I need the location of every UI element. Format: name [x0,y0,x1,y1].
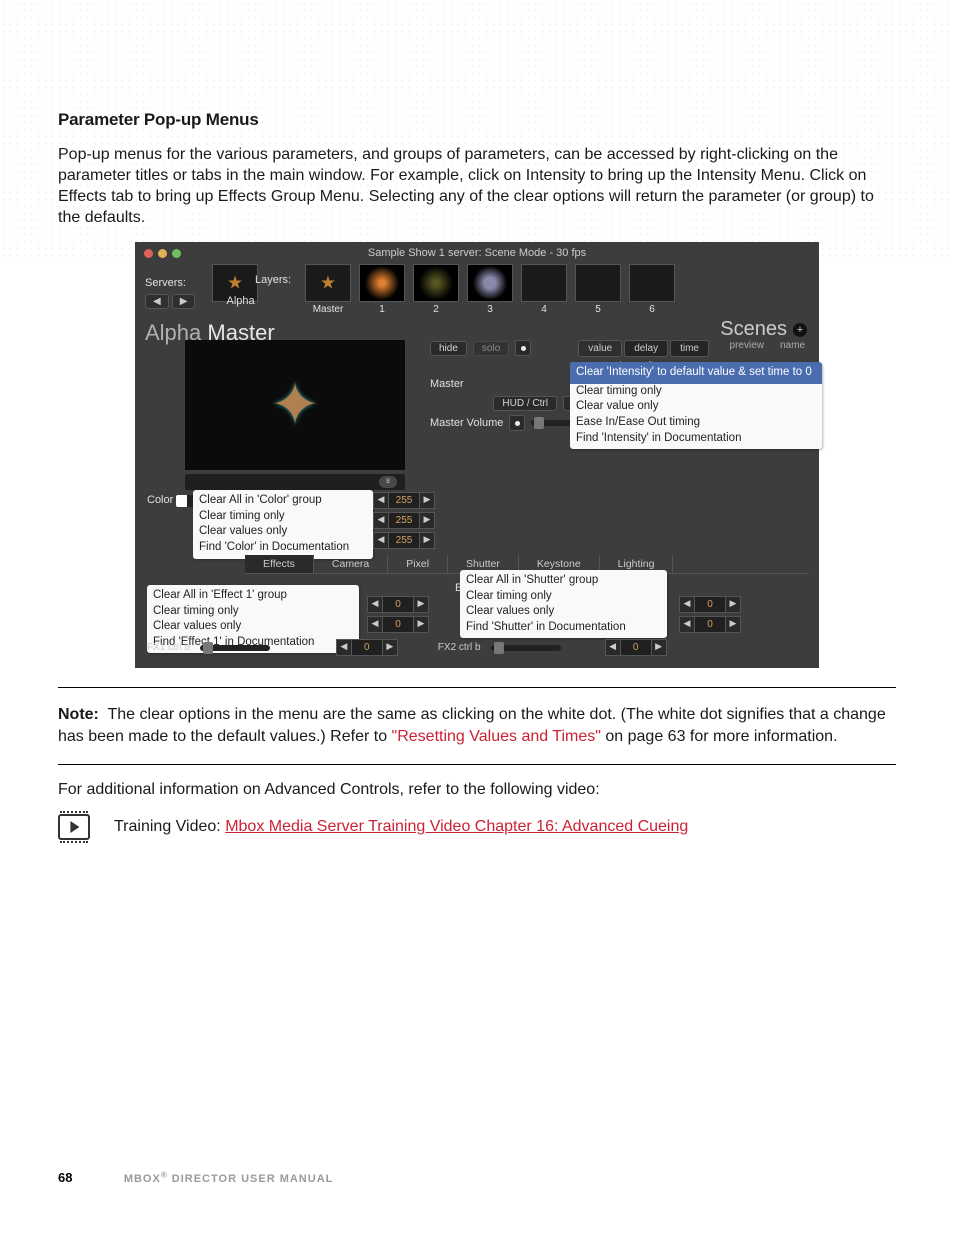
hud-button[interactable]: HUD / Ctrl [493,396,557,411]
layer-6-label[interactable]: 6 [629,304,675,315]
menu-item[interactable]: Clear timing only [199,509,367,525]
fx-spin[interactable]: ◀0▶ [336,639,398,656]
color-spin-1[interactable]: ◀255▶ [373,492,435,509]
tab-effects[interactable]: Effects [245,555,314,573]
menu-item[interactable]: Clear All in 'Shutter' group [466,573,661,589]
layer-4-label[interactable]: 4 [521,304,567,315]
reset-dot[interactable] [509,415,525,431]
layers-label: Layers: [255,274,291,286]
fx2-slider[interactable] [491,645,561,651]
layer-3-label[interactable]: 3 [467,304,513,315]
layer-4-thumb[interactable] [521,264,567,302]
manual-title: MBOX® DIRECTOR USER MANUAL [124,1173,334,1185]
add-scene-icon[interactable]: + [793,323,807,337]
video-icon [58,814,90,840]
menu-item[interactable]: Find 'Intensity' in Documentation [576,431,816,447]
nav-left-button[interactable]: ◀ [145,294,169,309]
timeline-track[interactable]: s [185,474,405,490]
layer-2-label[interactable]: 2 [413,304,459,315]
fx2-label[interactable]: FX2 ctrl b [438,642,481,653]
tab-camera[interactable]: Camera [314,555,388,573]
intro-paragraph: Pop-up menus for the various parameters,… [58,144,896,228]
divider [58,764,896,765]
menu-item[interactable]: Clear values only [199,524,367,540]
menu-item[interactable]: Clear All in 'Color' group [199,493,367,509]
additional-info: For additional information on Advanced C… [58,779,896,800]
solo-button[interactable]: solo [473,341,509,356]
section-heading: Parameter Pop-up Menus [58,110,896,130]
window-title: Sample Show 1 server: Scene Mode - 30 fp… [135,247,819,259]
video-row: Training Video: Mbox Media Server Traini… [58,814,896,840]
layer-5-thumb[interactable] [575,264,621,302]
fx-spin[interactable]: ◀0▶ [679,596,741,613]
layer-6-thumb[interactable] [629,264,675,302]
master-volume-label[interactable]: Master Volume [430,417,503,429]
clip-marker[interactable]: s [379,476,397,488]
time-button[interactable]: time [670,340,709,357]
layer-master-thumb[interactable] [305,264,351,302]
preview-pane: ✦ [185,340,405,470]
scene-columns: previewname [730,340,805,351]
layer-1-thumb[interactable] [359,264,405,302]
fx-spin[interactable]: ◀0▶ [605,639,667,656]
menu-item[interactable]: Clear 'Intensity' to default value & set… [570,362,822,384]
fx-spin[interactable]: ◀0▶ [367,596,429,613]
video-prefix: Training Video: [114,818,225,835]
layer-1-label[interactable]: 1 [359,304,405,315]
note-paragraph: Note: The clear options in the menu are … [58,704,896,747]
alpha-tab[interactable]: Alpha [227,295,255,307]
reset-link[interactable]: "Resetting Values and Times" [392,728,601,745]
menu-item[interactable]: Clear value only [576,399,816,415]
layer-5-label[interactable]: 5 [575,304,621,315]
training-video-link[interactable]: Mbox Media Server Training Video Chapter… [225,818,688,835]
hide-button[interactable]: hide [430,341,467,356]
layer-master-label[interactable]: Master [305,304,351,315]
servers-label: Servers: [145,277,186,289]
color-spin-2[interactable]: ◀255▶ [373,512,435,529]
fx1-slider[interactable] [200,645,270,651]
scenes-heading[interactable]: Scenes+ [720,318,807,341]
screenshot: Sample Show 1 server: Scene Mode - 30 fp… [135,242,819,668]
top-toolbar: Servers: Alpha ◀ ▶ Alpha Layers: Master [145,264,819,319]
color-context-menu[interactable]: Clear All in 'Color' group Clear timing … [193,490,373,558]
fx1-label[interactable]: FX1 ctrl b [147,642,190,653]
menu-item[interactable]: Clear timing only [576,384,816,400]
layer-2-thumb[interactable] [413,264,459,302]
menu-item[interactable]: Ease In/Ease Out timing [576,415,816,431]
fx-spin[interactable]: ◀0▶ [679,616,741,633]
page-footer: 68 MBOX® DIRECTOR USER MANUAL [58,1170,896,1185]
note-label: Note: [58,706,99,723]
intensity-context-menu[interactable]: Clear 'Intensity' to default value & set… [570,362,822,449]
tab-pixel[interactable]: Pixel [388,555,448,573]
layer-3-thumb[interactable] [467,264,513,302]
color-label[interactable]: Color [147,494,173,506]
menu-item[interactable]: Find 'Color' in Documentation [199,540,367,556]
page-number: 68 [58,1170,72,1185]
nav-right-button[interactable]: ▶ [172,294,196,309]
fx-spin[interactable]: ◀0▶ [367,616,429,633]
reset-dot[interactable] [515,340,531,356]
divider [58,687,896,688]
color-spin-3[interactable]: ◀255▶ [373,532,435,549]
